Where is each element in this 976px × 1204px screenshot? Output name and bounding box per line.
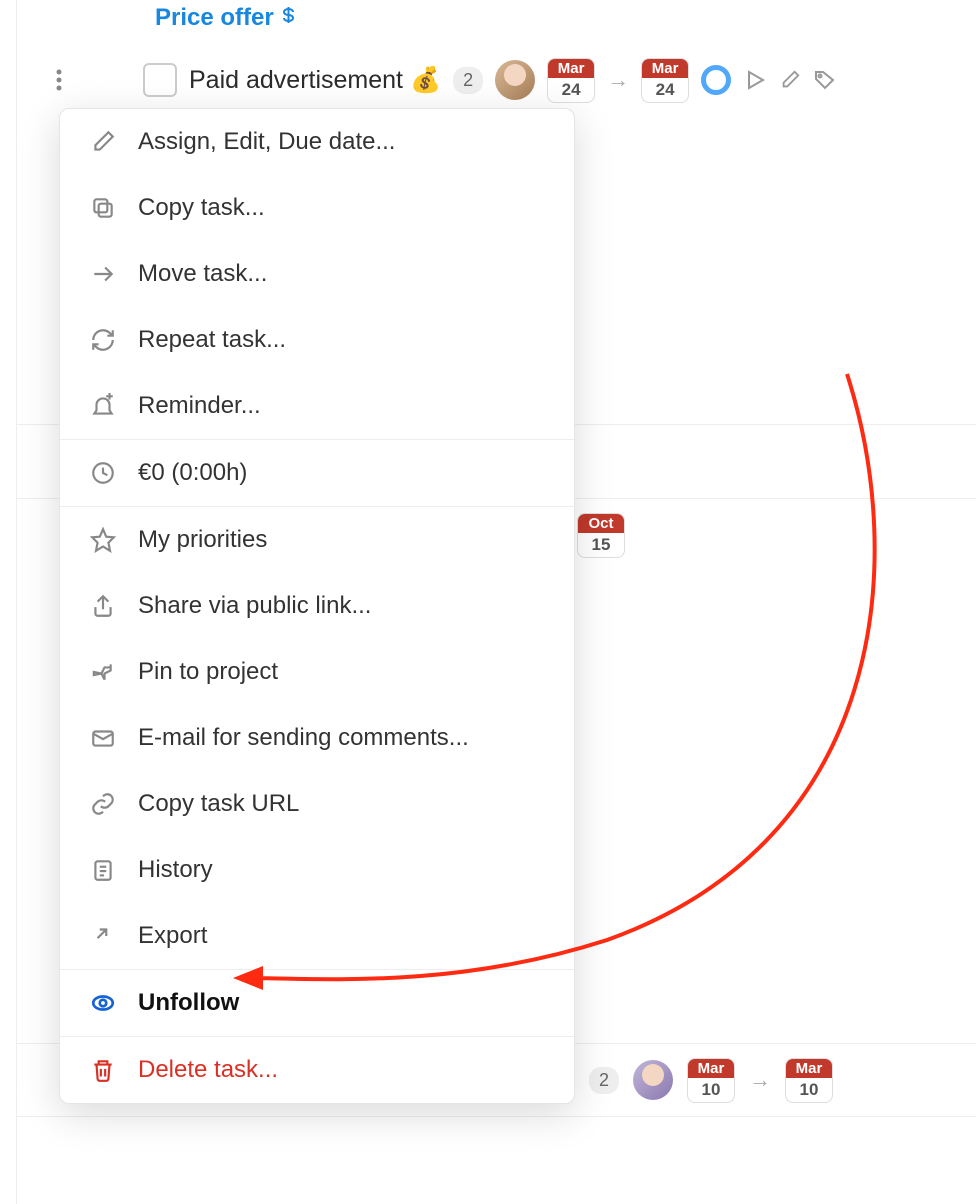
trash-icon: [88, 1055, 118, 1085]
start-date-month: Mar: [548, 59, 594, 78]
bottom-assignee-avatar[interactable]: [633, 1060, 673, 1100]
tag-icon[interactable]: [813, 68, 837, 92]
copy-icon: [88, 193, 118, 223]
history-icon: [88, 855, 118, 885]
menu-assign-edit[interactable]: Assign, Edit, Due date...: [60, 109, 574, 175]
export-icon: [88, 921, 118, 951]
eye-icon: [88, 988, 118, 1018]
menu-email-comments[interactable]: E-mail for sending comments...: [60, 705, 574, 771]
oct-day: 15: [588, 533, 615, 557]
star-icon: [88, 525, 118, 555]
bottom-start-chip[interactable]: Mar 10: [687, 1058, 735, 1103]
bottom-count-badge[interactable]: 2: [589, 1067, 619, 1094]
status-indicator[interactable]: [701, 65, 731, 95]
menu-export[interactable]: Export: [60, 903, 574, 969]
menu-share-link[interactable]: Share via public link...: [60, 573, 574, 639]
menu-pin-project[interactable]: Pin to project: [60, 639, 574, 705]
menu-my-priorities[interactable]: My priorities: [60, 507, 574, 573]
oct-month: Oct: [578, 514, 624, 533]
task-context-menu: Assign, Edit, Due date... Copy task... M…: [59, 108, 575, 1104]
pencil-icon: [88, 127, 118, 157]
dollar-icon: [280, 7, 298, 29]
end-date-chip[interactable]: Mar 24: [641, 58, 689, 103]
moneybag-icon: 💰: [410, 66, 441, 94]
repeat-icon: [88, 325, 118, 355]
mail-icon: [88, 723, 118, 753]
comment-count-badge[interactable]: 2: [453, 67, 483, 94]
bottom-arrow-icon: →: [749, 1067, 771, 1093]
clock-icon: [88, 458, 118, 488]
start-date-chip[interactable]: Mar 24: [547, 58, 595, 103]
play-icon[interactable]: [743, 68, 767, 92]
bell-icon: [88, 391, 118, 421]
task-title[interactable]: Paid advertisement 💰: [189, 66, 441, 95]
task-checkbox[interactable]: [143, 63, 177, 97]
assignee-avatar[interactable]: [495, 60, 535, 100]
menu-copy-url[interactable]: Copy task URL: [60, 771, 574, 837]
menu-copy-task[interactable]: Copy task...: [60, 175, 574, 241]
arrow-right-icon: [88, 259, 118, 289]
date-arrow-icon: →: [607, 67, 629, 93]
menu-move-task[interactable]: Move task...: [60, 241, 574, 307]
end-date-month: Mar: [642, 59, 688, 78]
menu-reminder[interactable]: Reminder...: [60, 373, 574, 439]
link-icon: [88, 789, 118, 819]
menu-time-cost[interactable]: €0 (0:00h): [60, 440, 574, 506]
pin-icon: [88, 657, 118, 687]
menu-delete-task[interactable]: Delete task...: [60, 1037, 574, 1103]
more-options-button[interactable]: [47, 68, 71, 92]
task-row: Paid advertisement 💰 2 Mar 24 → Mar 24: [17, 50, 976, 110]
parent-task-link[interactable]: Price offer: [155, 4, 298, 32]
parent-task-label: Price offer: [155, 4, 274, 32]
share-icon: [88, 591, 118, 621]
start-date-day: 24: [558, 78, 585, 102]
menu-unfollow[interactable]: Unfollow: [60, 970, 574, 1036]
bottom-end-chip[interactable]: Mar 10: [785, 1058, 833, 1103]
end-date-day: 24: [652, 78, 679, 102]
oct-date-chip[interactable]: Oct 15: [577, 513, 625, 558]
menu-repeat-task[interactable]: Repeat task...: [60, 307, 574, 373]
menu-history[interactable]: History: [60, 837, 574, 903]
edit-icon[interactable]: [779, 69, 801, 91]
